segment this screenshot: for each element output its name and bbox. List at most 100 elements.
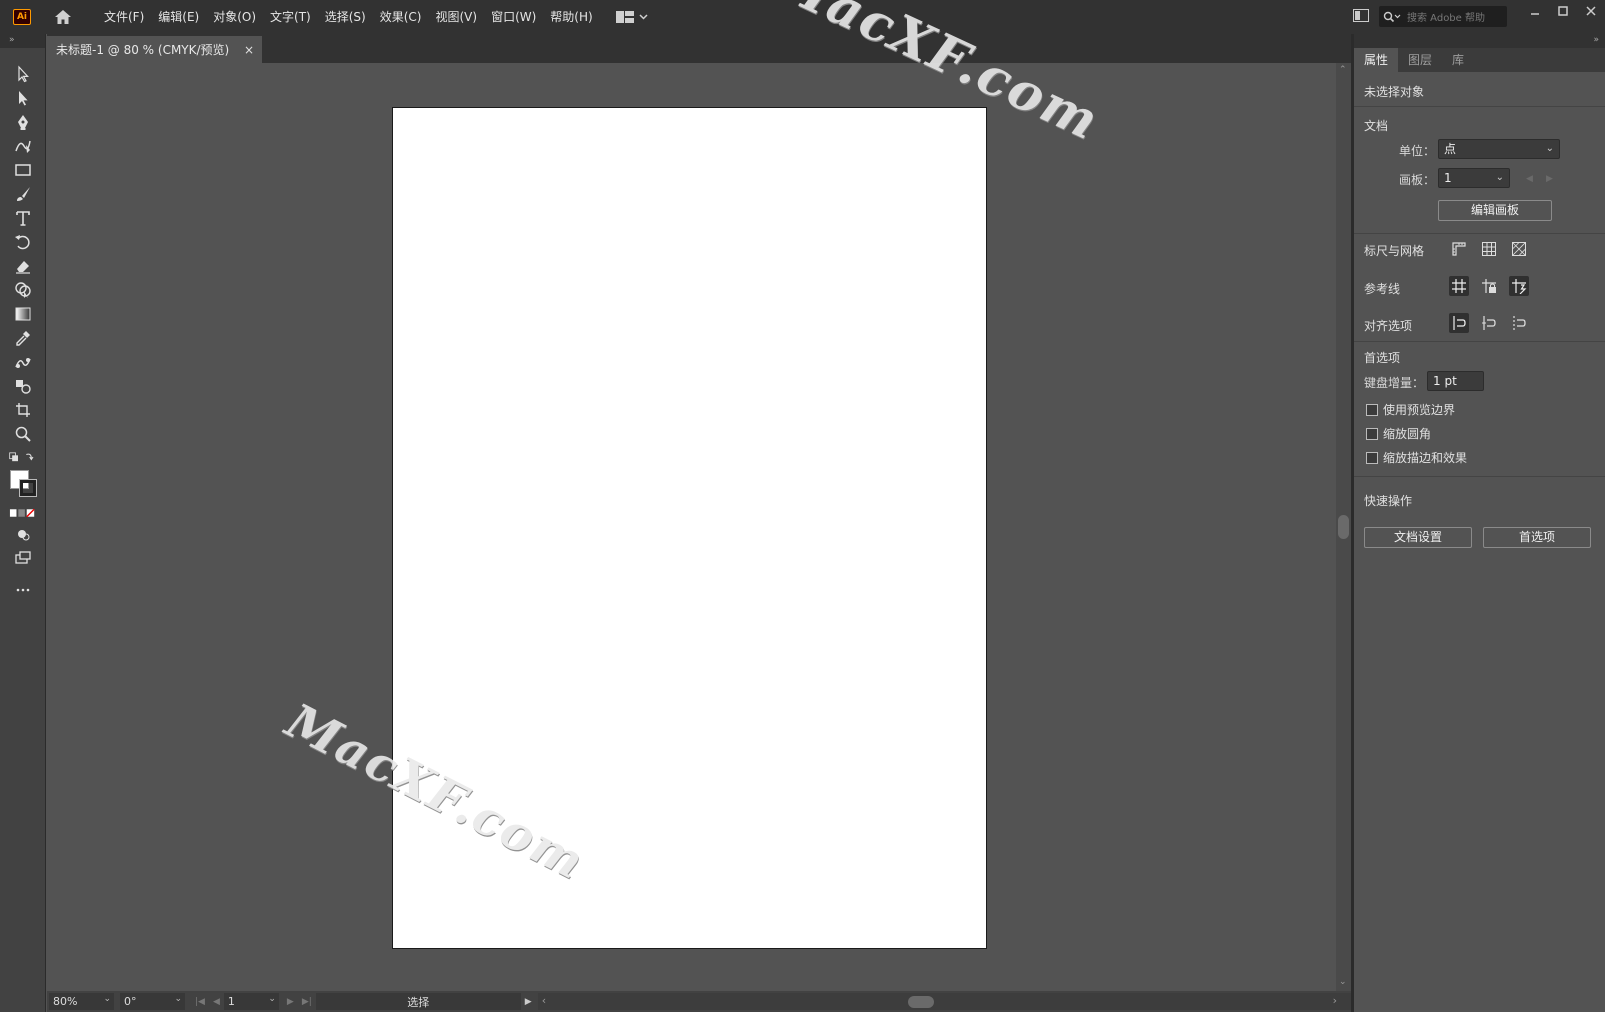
chevron-down-icon: ⌄ xyxy=(1495,172,1504,183)
smart-guides-icon[interactable] xyxy=(1509,276,1529,296)
artboard-number-select[interactable]: 1 ⌄ xyxy=(223,993,279,1010)
default-fill-stroke-icon[interactable] xyxy=(8,450,38,464)
app-logo: Ai xyxy=(13,9,31,25)
no-selection-label: 未选择对象 xyxy=(1364,85,1425,99)
zoom-tool-icon[interactable] xyxy=(0,422,46,446)
rotation-select[interactable]: 0° ⌄ xyxy=(120,993,185,1010)
home-icon[interactable] xyxy=(53,8,73,26)
close-tab-icon[interactable]: × xyxy=(244,43,254,57)
vertical-scrollbar[interactable]: ⌃ ⌄ xyxy=(1336,63,1351,991)
fill-stroke-swatches[interactable] xyxy=(0,468,46,504)
artboard[interactable] xyxy=(392,107,987,949)
tab-libraries[interactable]: 库 xyxy=(1442,48,1474,72)
rulers-grids-label: 标尺与网格 xyxy=(1364,244,1425,258)
menu-type[interactable]: 文字(T) xyxy=(263,0,318,34)
edit-artboards-button[interactable]: 编辑画板 xyxy=(1438,200,1552,221)
tab-properties[interactable]: 属性 xyxy=(1354,48,1399,72)
menu-effect[interactable]: 效果(C) xyxy=(373,0,429,34)
menu-edit[interactable]: 编辑(E) xyxy=(151,0,206,34)
close-icon xyxy=(1586,6,1596,16)
document-setup-button[interactable]: 文档设置 xyxy=(1364,527,1472,548)
document-tab-title: 未标题-1 @ 80 % (CMYK/预览) xyxy=(56,43,230,57)
tab-layers[interactable]: 图层 xyxy=(1398,48,1442,72)
artboard-tool-icon[interactable] xyxy=(0,398,46,422)
pen-tool-icon[interactable] xyxy=(0,110,46,134)
scale-strokes-effects-label: 缩放描边和效果 xyxy=(1383,451,1468,465)
eyedropper-tool-icon[interactable] xyxy=(0,326,46,350)
artboard-next-icon[interactable]: ▶ xyxy=(1546,174,1553,184)
screen-mode-icon[interactable] xyxy=(0,546,46,570)
vertical-scroll-thumb[interactable] xyxy=(1338,515,1349,539)
panel-collapse-icon[interactable]: » xyxy=(1354,34,1605,48)
menu-file[interactable]: 文件(F) xyxy=(97,0,151,34)
scroll-right-icon[interactable]: › xyxy=(1333,994,1337,1007)
direct-selection-tool-icon[interactable] xyxy=(0,86,46,110)
status-mode[interactable]: 选择 xyxy=(315,993,521,1010)
status-menu-arrow-icon[interactable]: ▶ xyxy=(525,997,532,1007)
scale-corners-checkbox[interactable]: 缩放圆角 xyxy=(1366,425,1431,442)
horizontal-scrollbar[interactable]: ‹ › xyxy=(537,993,1351,1010)
menu-view[interactable]: 视图(V) xyxy=(428,0,484,34)
snap-to-glyph-icon[interactable] xyxy=(1479,313,1499,333)
grid-icon[interactable] xyxy=(1479,239,1499,259)
menu-window[interactable]: 窗口(W) xyxy=(484,0,543,34)
first-artboard-icon[interactable]: |◀ xyxy=(195,997,205,1007)
eraser-tool-icon[interactable] xyxy=(0,254,46,278)
checkbox-box[interactable] xyxy=(1366,451,1378,464)
maximize-button[interactable] xyxy=(1549,0,1577,22)
toolbar-collapse-icon[interactable]: » xyxy=(0,34,45,48)
chevron-down-icon xyxy=(639,14,648,20)
scroll-down-icon[interactable]: ⌄ xyxy=(1339,977,1347,987)
scroll-left-icon[interactable]: ‹ xyxy=(542,994,546,1007)
menu-help[interactable]: 帮助(H) xyxy=(543,0,599,34)
keyboard-increment-input[interactable]: 1 pt xyxy=(1427,371,1484,391)
checkbox-box[interactable] xyxy=(1366,427,1378,440)
stroke-swatch[interactable] xyxy=(19,479,37,497)
symbol-sprayer-tool-icon[interactable] xyxy=(0,374,46,398)
rectangle-tool-icon[interactable] xyxy=(0,158,46,182)
chevron-down-icon: ⌄ xyxy=(268,994,276,1004)
artboard-select[interactable]: 1 ⌄ xyxy=(1438,168,1510,188)
last-artboard-icon[interactable]: ▶| xyxy=(302,997,312,1007)
search-input[interactable]: 搜索 Adobe 帮助 xyxy=(1379,6,1507,27)
lock-guides-icon[interactable] xyxy=(1479,276,1499,296)
scale-strokes-effects-checkbox[interactable]: 缩放描边和效果 xyxy=(1366,449,1467,466)
more-tools-icon[interactable] xyxy=(0,570,46,610)
menu-object[interactable]: 对象(O) xyxy=(206,0,263,34)
arrange-documents-icon[interactable] xyxy=(1353,9,1369,25)
show-guides-icon[interactable] xyxy=(1449,276,1469,296)
snap-to-point-icon[interactable] xyxy=(1449,313,1469,333)
horizontal-scroll-thumb[interactable] xyxy=(907,996,934,1008)
transparency-grid-icon[interactable] xyxy=(1509,239,1529,259)
units-select[interactable]: 点 ⌄ xyxy=(1438,139,1560,159)
type-tool-icon[interactable] xyxy=(0,206,46,230)
use-preview-bounds-checkbox[interactable]: 使用预览边界 xyxy=(1366,401,1455,418)
checkbox-box[interactable] xyxy=(1366,403,1378,416)
artboard-select-value: 1 xyxy=(1444,171,1452,185)
status-bar: 80% ⌄ 0° ⌄ |◀ ◀ 1 ⌄ ▶ ▶| 选择 ▶ ‹ › xyxy=(47,991,1351,1012)
snap-to-pixel-icon[interactable] xyxy=(1509,313,1529,333)
shape-builder-tool-icon[interactable] xyxy=(0,278,46,302)
ruler-icon[interactable] xyxy=(1449,239,1469,259)
next-artboard-icon[interactable]: ▶ xyxy=(287,997,294,1007)
draw-mode-icon[interactable] xyxy=(0,522,46,546)
minimize-button[interactable] xyxy=(1521,0,1549,22)
rotate-tool-icon[interactable] xyxy=(0,230,46,254)
zoom-level-select[interactable]: 80% ⌄ xyxy=(49,993,114,1010)
previous-artboard-icon[interactable]: ◀ xyxy=(213,997,220,1007)
artboard-prev-icon[interactable]: ◀ xyxy=(1526,174,1533,184)
canvas-area[interactable] xyxy=(47,63,1336,991)
workspace-switcher[interactable] xyxy=(615,11,648,23)
preferences-button[interactable]: 首选项 xyxy=(1483,527,1591,548)
menu-select[interactable]: 选择(S) xyxy=(318,0,373,34)
selection-tool-icon[interactable] xyxy=(0,62,46,86)
close-window-button[interactable] xyxy=(1577,0,1605,22)
scroll-up-icon[interactable]: ⌃ xyxy=(1339,65,1347,75)
use-preview-bounds-label: 使用预览边界 xyxy=(1383,403,1456,417)
blend-tool-icon[interactable] xyxy=(0,350,46,374)
paintbrush-tool-icon[interactable] xyxy=(0,182,46,206)
color-mode-icon[interactable] xyxy=(0,504,46,522)
gradient-tool-icon[interactable] xyxy=(0,302,46,326)
curvature-tool-icon[interactable] xyxy=(0,134,46,158)
document-tab[interactable]: 未标题-1 @ 80 % (CMYK/预览) × xyxy=(47,36,262,63)
